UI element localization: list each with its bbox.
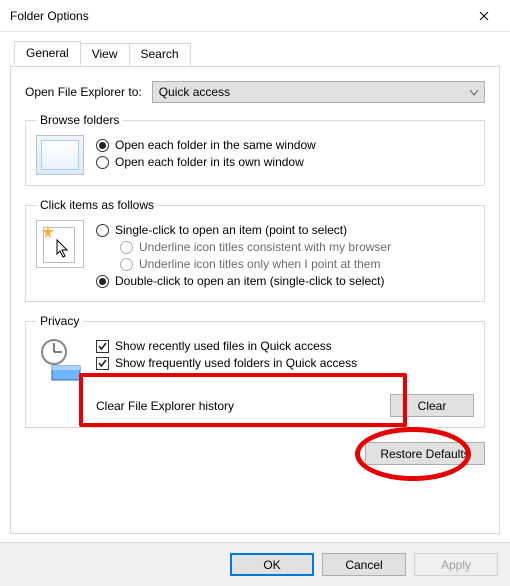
close-button[interactable] (462, 1, 506, 31)
titlebar: Folder Options (0, 0, 510, 32)
apply-button: Apply (414, 553, 498, 576)
clear-history-label: Clear File Explorer history (36, 399, 380, 413)
privacy-group: Privacy Show re (25, 314, 485, 428)
open-to-row: Open File Explorer to: Quick access (25, 81, 485, 103)
window-title: Folder Options (10, 9, 462, 23)
tab-general-label: General (26, 46, 69, 60)
radio-icon (96, 156, 109, 169)
radio-icon (96, 224, 109, 237)
restore-defaults-label: Restore Defaults (380, 447, 469, 461)
radio-icon (120, 258, 133, 271)
cursor-icon (55, 239, 71, 259)
star-icon (41, 225, 55, 239)
browse-folders-legend: Browse folders (36, 113, 123, 127)
tab-strip: General View Search (14, 43, 500, 67)
clear-history-row: Clear File Explorer history Clear (36, 394, 474, 417)
clear-button[interactable]: Clear (390, 394, 474, 417)
radio-icon (120, 241, 133, 254)
radio-double-click-label: Double-click to open an item (single-cli… (115, 274, 384, 288)
checkbox-recent-files-label: Show recently used files in Quick access (115, 339, 332, 353)
checkbox-frequent-folders[interactable]: Show frequently used folders in Quick ac… (96, 356, 474, 370)
radio-icon (96, 275, 109, 288)
browse-folders-illustration (36, 135, 84, 175)
ok-button-label: OK (263, 558, 280, 572)
radio-double-click[interactable]: Double-click to open an item (single-cli… (96, 274, 474, 288)
open-to-label: Open File Explorer to: (25, 85, 142, 99)
tab-view-label: View (92, 47, 118, 61)
radio-single-click[interactable]: Single-click to open an item (point to s… (96, 223, 474, 237)
tab-search-label: Search (141, 47, 179, 61)
restore-row: Restore Defaults (25, 442, 485, 465)
click-items-legend: Click items as follows (36, 198, 158, 212)
open-to-value: Quick access (159, 85, 230, 99)
radio-underline-point-label: Underline icon titles only when I point … (139, 257, 380, 271)
browse-folders-group: Browse folders Open each folder in the s… (25, 113, 485, 186)
radio-underline-browser-label: Underline icon titles consistent with my… (139, 240, 391, 254)
dialog-button-bar: OK Cancel Apply (0, 542, 510, 586)
checkbox-recent-files[interactable]: Show recently used files in Quick access (96, 339, 474, 353)
restore-defaults-button[interactable]: Restore Defaults (365, 442, 485, 465)
radio-same-window[interactable]: Open each folder in the same window (96, 138, 474, 152)
apply-button-label: Apply (441, 558, 471, 572)
tab-general[interactable]: General (14, 41, 81, 65)
clear-button-label: Clear (418, 399, 447, 413)
tab-view[interactable]: View (80, 43, 130, 67)
open-to-select[interactable]: Quick access (152, 81, 485, 103)
radio-icon (96, 139, 109, 152)
click-items-illustration (36, 220, 84, 268)
content-area: General View Search Open File Explorer t… (0, 32, 510, 540)
chevron-down-icon (470, 85, 478, 99)
checkbox-frequent-folders-label: Show frequently used folders in Quick ac… (115, 356, 357, 370)
radio-own-window-label: Open each folder in its own window (115, 155, 304, 169)
privacy-illustration (36, 336, 84, 384)
radio-single-click-label: Single-click to open an item (point to s… (115, 223, 347, 237)
tab-search[interactable]: Search (129, 43, 191, 67)
radio-same-window-label: Open each folder in the same window (115, 138, 316, 152)
radio-own-window[interactable]: Open each folder in its own window (96, 155, 474, 169)
close-icon (479, 11, 489, 21)
ok-button[interactable]: OK (230, 553, 314, 576)
click-items-group: Click items as follows Single-click to o… (25, 198, 485, 302)
privacy-legend: Privacy (36, 314, 83, 328)
radio-underline-browser: Underline icon titles consistent with my… (120, 240, 474, 254)
radio-underline-point: Underline icon titles only when I point … (120, 257, 474, 271)
tab-panel-general: Open File Explorer to: Quick access Brow… (10, 66, 500, 534)
checkbox-icon (96, 357, 109, 370)
cancel-button-label: Cancel (345, 558, 382, 572)
cancel-button[interactable]: Cancel (322, 553, 406, 576)
checkbox-icon (96, 340, 109, 353)
